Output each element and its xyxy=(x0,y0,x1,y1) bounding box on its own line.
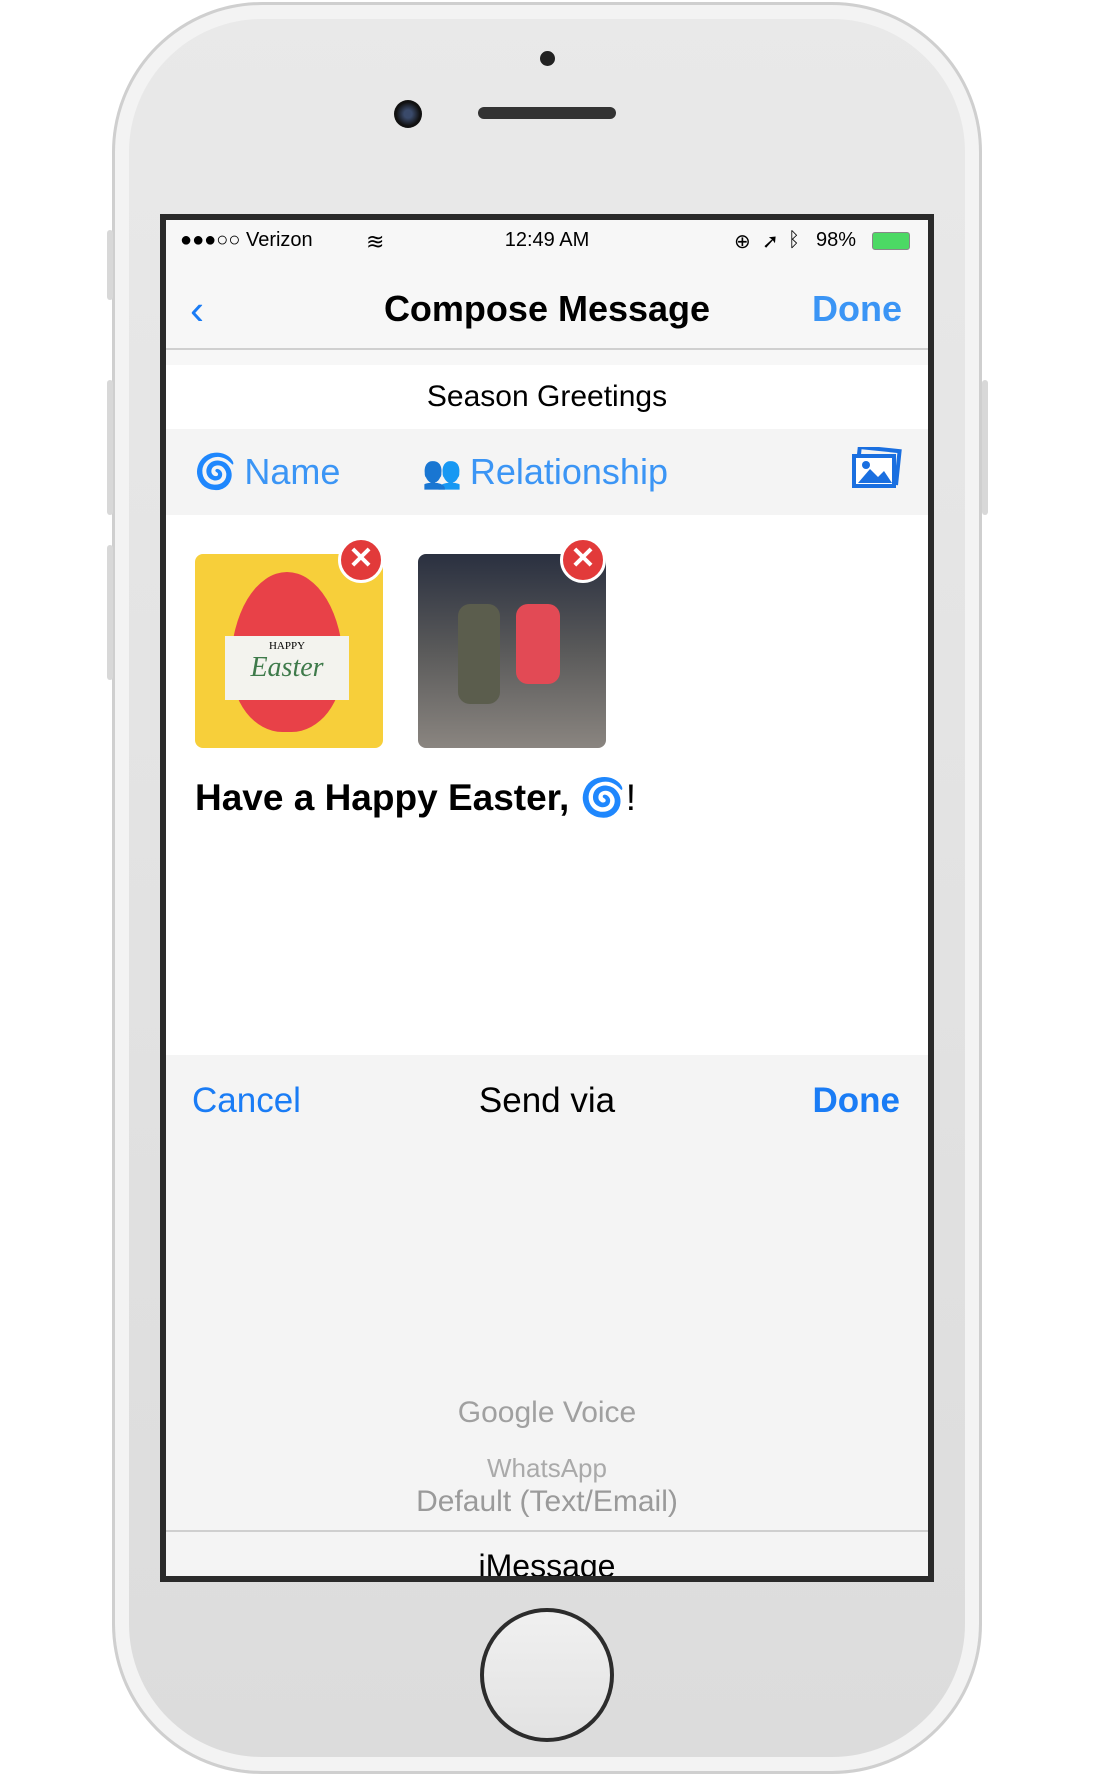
remove-attachment-button[interactable]: ✕ xyxy=(560,537,606,583)
done-button[interactable]: Done xyxy=(812,288,902,330)
location-icon: ➚ xyxy=(762,231,779,253)
volume-up-button xyxy=(107,380,113,515)
message-body[interactable]: HAPPY Easter ✕ ✕ Have a Happy Easter, 🌀! xyxy=(166,515,928,1055)
subject-field[interactable]: Season Greetings xyxy=(166,365,928,429)
earpiece-speaker xyxy=(478,107,616,119)
send-via-picker[interactable]: Default (Text/Email) iMessage xyxy=(166,1145,928,1576)
home-button[interactable] xyxy=(480,1608,614,1742)
front-camera xyxy=(394,100,422,128)
status-bar: ●●●○○ Verizon ≋ 12:49 AM ⊕ ➚ ᛒ 98% xyxy=(166,220,928,260)
rotation-lock-icon: ⊕ xyxy=(734,231,751,253)
photos-icon xyxy=(852,447,902,488)
picker-done-button[interactable]: Done xyxy=(813,1081,901,1121)
picker-option[interactable]: Default (Text/Email) xyxy=(166,1485,928,1519)
people-icon: 👥 xyxy=(422,454,462,490)
relationship-token-button[interactable]: 👥 Relationship xyxy=(422,451,668,493)
attachment-easter-card[interactable]: HAPPY Easter xyxy=(195,554,383,748)
child-figure xyxy=(516,604,560,684)
volume-down-button xyxy=(107,545,113,680)
picker-option-selected[interactable]: iMessage xyxy=(166,1548,928,1576)
remove-attachment-button[interactable]: ✕ xyxy=(338,537,384,583)
message-suffix: ! xyxy=(625,777,636,818)
battery-icon xyxy=(872,232,910,250)
spiral-icon: 🌀 xyxy=(579,777,626,818)
photos-button[interactable] xyxy=(852,447,902,491)
child-figure xyxy=(458,604,500,704)
screen: ●●●○○ Verizon ≋ 12:49 AM ⊕ ➚ ᛒ 98% ‹ Com… xyxy=(160,214,934,1582)
name-token-button[interactable]: 🌀 Name xyxy=(194,451,340,493)
sign-script: Easter xyxy=(250,652,324,683)
name-token-label: Name xyxy=(244,451,341,492)
message-content: Have a Happy Easter, xyxy=(195,777,580,818)
picker-option[interactable]: WhatsApp xyxy=(166,1453,928,1484)
token-bar: 🌀 Name 👥 Relationship xyxy=(166,429,928,515)
picker-option[interactable]: Google Voice xyxy=(166,1396,928,1430)
mute-switch xyxy=(107,230,113,300)
clock: 12:49 AM xyxy=(504,229,590,251)
easter-sign: HAPPY Easter xyxy=(225,636,349,700)
bluetooth-icon: ᛒ xyxy=(788,229,800,251)
attachment-kids-photo[interactable] xyxy=(418,554,606,748)
picker-selection-line xyxy=(166,1530,928,1532)
nav-bar: ‹ Compose Message Done xyxy=(166,260,928,350)
relationship-token-label: Relationship xyxy=(469,451,668,492)
picker-toolbar: Cancel Send via Done xyxy=(166,1055,928,1145)
sign-label: HAPPY xyxy=(268,640,306,652)
spiral-icon: 🌀 xyxy=(194,453,237,491)
proximity-sensor xyxy=(540,51,555,66)
battery-percent: 98% xyxy=(816,229,857,251)
message-text: Have a Happy Easter, 🌀! xyxy=(195,777,636,820)
power-button xyxy=(982,380,988,515)
